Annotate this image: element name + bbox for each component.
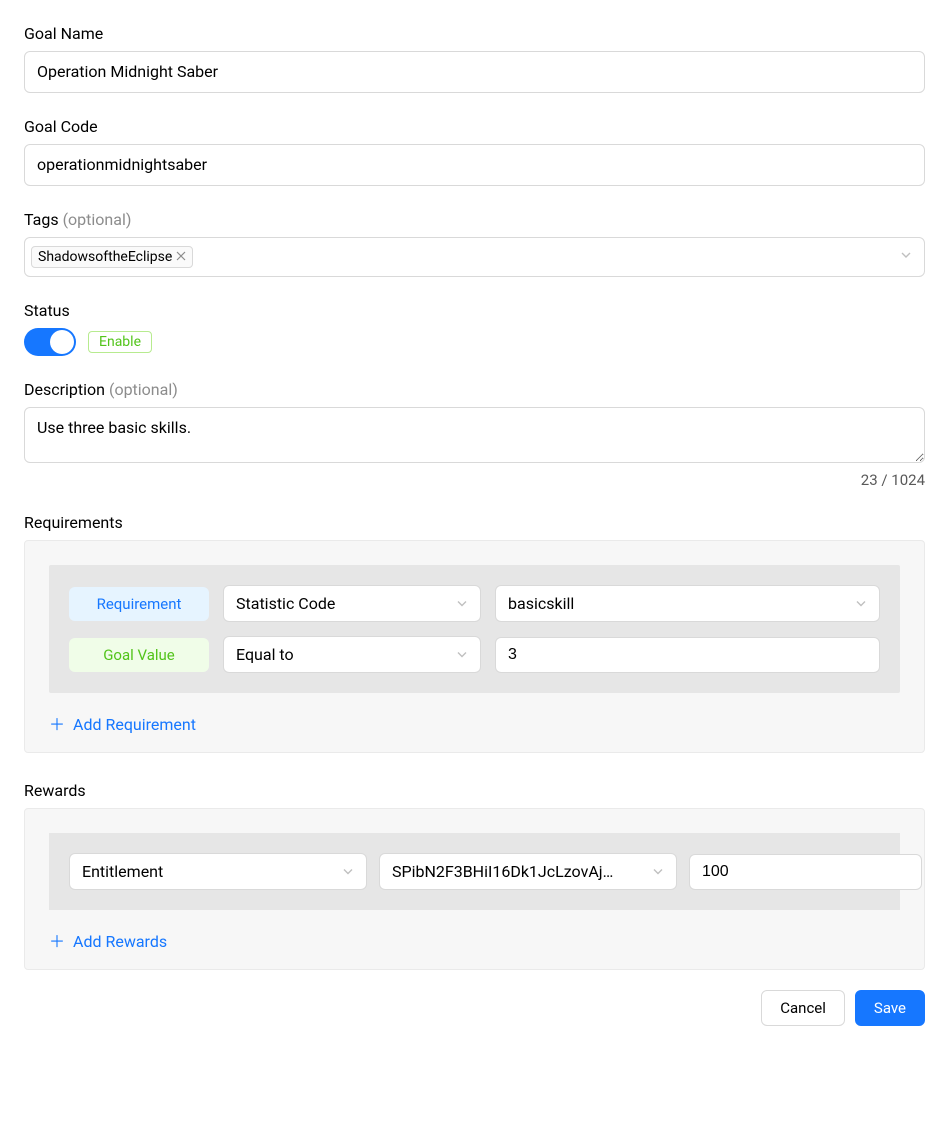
tag-chip: ShadowsoftheEclipse [31, 246, 193, 268]
add-requirement-button[interactable]: ＋ Add Requirement [49, 715, 196, 734]
chevron-down-icon [456, 645, 468, 664]
goal-name-input[interactable] [24, 51, 925, 93]
tags-label-text: Tags [24, 210, 59, 229]
goal-value-input[interactable] [495, 637, 880, 673]
chevron-down-icon [652, 862, 664, 881]
reward-type-select[interactable]: Entitlement [69, 853, 367, 890]
switch-knob [50, 330, 74, 354]
description-label-text: Description [24, 380, 105, 399]
add-rewards-button[interactable]: ＋ Add Rewards [49, 932, 167, 951]
description-optional: (optional) [109, 380, 178, 399]
requirement-type-value: Statistic Code [236, 594, 335, 613]
add-requirement-label: Add Requirement [73, 715, 196, 734]
reward-type-value: Entitlement [82, 862, 163, 881]
chevron-down-icon [342, 862, 354, 881]
requirements-label: Requirements [24, 513, 925, 532]
rewards-label: Rewards [24, 781, 925, 800]
status-toggle[interactable] [24, 328, 76, 356]
goal-code-input[interactable] [24, 144, 925, 186]
plus-icon: ＋ [49, 717, 65, 733]
rewards-panel: Entitlement SPibN2F3BHiI16Dk1JcLzovAj… ＋… [24, 808, 925, 970]
reward-quantity-input[interactable] [689, 854, 922, 890]
status-label: Status [24, 301, 925, 320]
requirement-badge: Requirement [69, 587, 209, 621]
chevron-down-icon [900, 249, 912, 265]
goal-name-label: Goal Name [24, 24, 925, 43]
chevron-down-icon [456, 594, 468, 613]
goal-code-label: Goal Code [24, 117, 925, 136]
requirement-type-select[interactable]: Statistic Code [223, 585, 481, 622]
cancel-button[interactable]: Cancel [761, 990, 845, 1026]
requirements-panel: Requirement Statistic Code basicskill Go… [24, 540, 925, 753]
save-button[interactable]: Save [855, 990, 925, 1026]
reward-item-select[interactable]: SPibN2F3BHiI16Dk1JcLzovAj… [379, 853, 677, 890]
plus-icon: ＋ [49, 934, 65, 950]
reward-item-value: SPibN2F3BHiI16Dk1JcLzovAj… [392, 862, 632, 881]
goal-value-badge: Goal Value [69, 638, 209, 672]
requirement-value-select[interactable]: basicskill [495, 585, 880, 622]
tag-chip-label: ShadowsoftheEclipse [38, 249, 172, 265]
tag-remove-icon[interactable] [176, 250, 186, 264]
goal-value-operator-select[interactable]: Equal to [223, 636, 481, 673]
description-counter: 23 / 1024 [24, 471, 925, 489]
add-rewards-label: Add Rewards [73, 932, 167, 951]
chevron-down-icon [855, 594, 867, 613]
requirement-statcode-value: basicskill [508, 594, 574, 613]
goal-value-operator: Equal to [236, 645, 294, 664]
description-label: Description (optional) [24, 380, 925, 399]
tags-label: Tags (optional) [24, 210, 925, 229]
status-badge: Enable [88, 331, 152, 353]
tags-optional: (optional) [63, 210, 132, 229]
tags-input[interactable]: ShadowsoftheEclipse [24, 237, 925, 277]
description-textarea[interactable]: Use three basic skills. [24, 407, 925, 463]
